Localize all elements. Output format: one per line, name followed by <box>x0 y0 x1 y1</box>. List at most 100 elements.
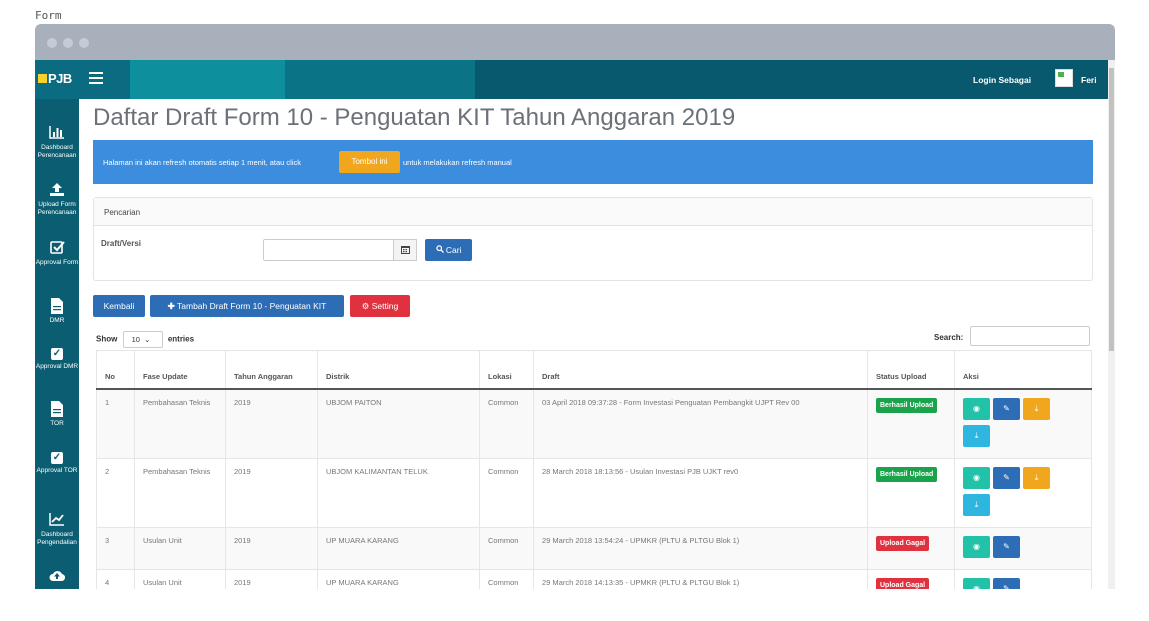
cell-tahun: 2019 <box>225 388 318 459</box>
cell-tahun: 2019 <box>225 457 318 528</box>
view-button[interactable]: ◉ <box>963 577 990 589</box>
manual-refresh-button[interactable]: Tombol ini <box>339 151 400 173</box>
plus-icon: ✚ <box>167 301 175 311</box>
cell-tahun: 2019 <box>225 526 318 570</box>
cell-lokasi: Common <box>479 526 534 570</box>
column-header-draft[interactable]: Draft <box>533 350 868 390</box>
add-draft-button[interactable]: ✚ Tambah Draft Form 10 - Penguatan KIT <box>150 295 344 317</box>
cell-aksi: ◉ ✎ <box>954 568 1092 589</box>
entries-select[interactable]: 10 ⌄ <box>122 331 163 348</box>
cell-no: 2 <box>96 457 135 528</box>
calendar-icon[interactable] <box>393 239 417 261</box>
cell-distrik: UBJOM PAITON <box>317 388 480 459</box>
table-search-label: Search: <box>934 333 964 342</box>
table-row: 3 Usulan Unit 2019 UP MUARA KARANG Commo… <box>96 526 1092 570</box>
auto-refresh-alert: Halaman ini akan refresh otomatis setiap… <box>93 140 1093 184</box>
draft-table: No Fase Update Tahun Anggaran Distrik Lo… <box>96 350 1092 589</box>
upload-icon <box>35 182 79 198</box>
cell-status: Upload Gagal <box>867 568 955 589</box>
sidebar-item-cloud-upload[interactable] <box>35 569 79 588</box>
column-header-status-upload[interactable]: Status Upload <box>867 350 955 390</box>
table-row: 1 Pembahasan Teknis 2019 UBJOM PAITON Co… <box>96 388 1092 459</box>
file-icon <box>35 298 79 314</box>
cell-distrik: UP MUARA KARANG <box>317 568 480 589</box>
back-button[interactable]: Kembali <box>93 295 145 317</box>
setting-button[interactable]: ⚙ Setting <box>350 295 410 317</box>
cell-tahun: 2019 <box>225 568 318 589</box>
cell-fase: Usulan Unit <box>134 526 226 570</box>
entries-control: Show 10 ⌄ entries <box>96 331 194 348</box>
sidebar-item-tor[interactable]: TOR <box>35 401 79 428</box>
view-button[interactable]: ◉ <box>963 535 990 558</box>
cloud-upload-icon <box>35 569 79 585</box>
cell-fase: Usulan Unit <box>134 568 226 589</box>
cell-distrik: UBJOM KALIMANTAN TELUK <box>317 457 480 528</box>
table-header-row: No Fase Update Tahun Anggaran Distrik Lo… <box>96 350 1092 390</box>
draft-version-input[interactable] <box>263 239 394 261</box>
bar-chart-icon <box>35 125 79 141</box>
cell-fase: Pembahasan Teknis <box>134 457 226 528</box>
download-button[interactable]: ⤓ <box>1023 397 1050 420</box>
edit-button[interactable]: ✎ <box>993 397 1020 420</box>
status-badge: Berhasil Upload <box>876 397 938 413</box>
window-caption: Form <box>35 9 62 22</box>
window-chrome <box>35 24 1115 60</box>
pjb-logo[interactable]: PJB <box>38 71 72 86</box>
cell-lokasi: Common <box>479 457 534 528</box>
scrollbar-thumb[interactable] <box>1109 68 1114 351</box>
column-header-distrik[interactable]: Distrik <box>317 350 480 390</box>
view-button[interactable]: ◉ <box>963 397 990 420</box>
search-icon <box>435 245 446 255</box>
cell-status: Berhasil Upload <box>867 457 955 528</box>
search-button[interactable]: Cari <box>425 239 472 261</box>
refresh-info-text: Halaman ini akan refresh otomatis setiap… <box>103 158 302 167</box>
sidebar-item-dmr[interactable]: DMR <box>35 298 79 325</box>
sidebar-item-approval-dmr[interactable]: ✓ Approval DMR <box>35 344 79 371</box>
cell-draft: 03 April 2018 09:37:28 - Form Investasi … <box>533 388 868 459</box>
minimize-dot[interactable] <box>63 38 73 48</box>
view-button[interactable]: ◉ <box>963 466 990 489</box>
username[interactable]: Feri <box>1081 75 1097 85</box>
draft-version-label: Draft/Versi <box>101 239 142 248</box>
sidebar-item-dashboard-perencanaan[interactable]: Dashboard Perencanaan <box>35 125 79 160</box>
cell-fase: Pembahasan Teknis <box>134 388 226 459</box>
vertical-scrollbar[interactable] <box>1108 60 1115 589</box>
line-chart-icon <box>35 512 79 528</box>
cell-lokasi: Common <box>479 568 534 589</box>
maximize-dot[interactable] <box>79 38 89 48</box>
close-dot[interactable] <box>47 38 57 48</box>
status-badge: Upload Gagal <box>876 577 930 589</box>
download-alt-button[interactable]: ⤓ <box>963 493 990 516</box>
sidebar-item-approval-form[interactable]: Approval Form <box>35 240 79 267</box>
download-button[interactable]: ⤓ <box>1023 466 1050 489</box>
download-alt-button[interactable]: ⤓ <box>963 424 990 447</box>
sidebar-item-upload-form[interactable]: Upload Form Perencanaan <box>35 182 79 217</box>
hamburger-menu-icon[interactable] <box>89 72 103 87</box>
column-header-aksi: Aksi <box>954 350 1092 390</box>
user-avatar[interactable] <box>1055 69 1073 87</box>
main-content: Daftar Draft Form 10 - Penguatan KIT Tah… <box>79 99 1108 589</box>
column-header-no[interactable]: No <box>96 350 135 390</box>
cell-draft: 29 March 2018 13:54:24 - UPMKR (PLTU & P… <box>533 526 868 570</box>
column-header-tahun-anggaran[interactable]: Tahun Anggaran <box>225 350 318 390</box>
sidebar: Dashboard Perencanaan Upload Form Perenc… <box>35 99 79 589</box>
gears-icon: ⚙ <box>361 301 370 311</box>
table-search-input[interactable] <box>970 326 1090 346</box>
cell-draft: 29 March 2018 14:13:35 - UPMKR (PLTU & P… <box>533 568 868 589</box>
check-square-icon: ✓ <box>51 348 63 360</box>
top-navbar: PJB Login Sebagai Feri <box>35 60 1108 99</box>
check-square-icon: ✓ <box>51 452 63 464</box>
edit-button[interactable]: ✎ <box>993 535 1020 558</box>
refresh-info-text-after: untuk melakukan refresh manual <box>403 158 512 167</box>
column-header-fase-update[interactable]: Fase Update <box>134 350 226 390</box>
cell-status: Upload Gagal <box>867 526 955 570</box>
edit-button[interactable]: ✎ <box>993 466 1020 489</box>
cell-no: 1 <box>96 388 135 459</box>
column-header-lokasi[interactable]: Lokasi <box>479 350 534 390</box>
edit-button[interactable]: ✎ <box>993 577 1020 589</box>
sidebar-item-dashboard-pengendalian[interactable]: Dashboard Pengendalian <box>35 512 79 547</box>
app: PJB Login Sebagai Feri Dashboard Perenca… <box>35 60 1115 589</box>
page-title: Daftar Draft Form 10 - Penguatan KIT Tah… <box>93 104 736 131</box>
sidebar-item-approval-tor[interactable]: ✓ Approval TOR <box>35 448 79 475</box>
table-row: 4 Usulan Unit 2019 UP MUARA KARANG Commo… <box>96 568 1092 589</box>
